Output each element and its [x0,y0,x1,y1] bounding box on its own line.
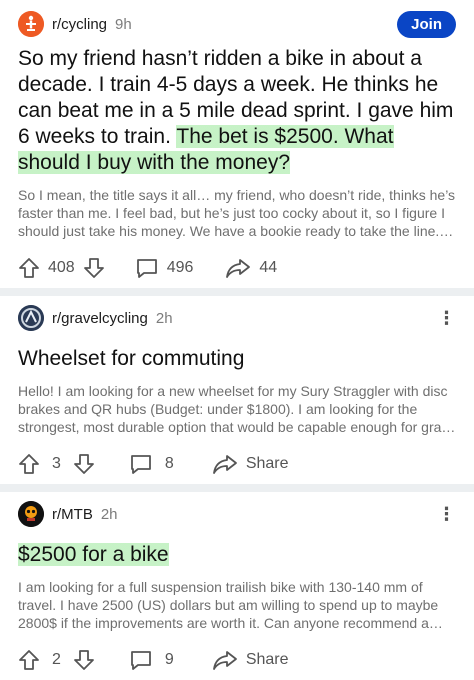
share-button[interactable]: Share [212,649,297,671]
downvote-icon [74,454,94,474]
post-body[interactable]: So I mean, the title says it all… my fri… [18,186,456,240]
comment-icon [136,259,157,278]
more-options-icon[interactable]: ⋮ [436,309,456,327]
post-body[interactable]: Hello! I am looking for a new wheelset f… [18,382,456,436]
share-label: Share [245,455,289,472]
share-count: 44 [259,259,278,276]
feed: r/cycling 9h Join So my friend hasn’t ri… [0,0,474,680]
downvote-icon [74,650,94,670]
comments-button[interactable]: 496 [135,257,202,279]
post-title[interactable]: Wheelset for commuting [18,346,456,372]
mtb-subreddit-icon[interactable] [18,501,44,527]
comments-button[interactable]: 9 [129,649,186,671]
downvote-button[interactable] [83,257,105,279]
subreddit-name[interactable]: r/MTB [52,506,93,523]
post-header: r/gravelcycling 2h ⋮ [0,296,474,332]
subreddit-name[interactable]: r/cycling [52,16,107,33]
share-icon [212,455,237,474]
comment-icon [131,651,151,670]
post-actions: 2 9 Share [0,640,474,680]
upvote-icon [19,258,39,278]
upvote-button[interactable] [18,453,40,475]
share-icon [212,651,237,670]
upvote-button[interactable] [18,257,40,279]
comment-icon [131,455,151,474]
post-divider [0,288,474,296]
gravelcycling-subreddit-icon[interactable] [18,305,44,331]
downvote-button[interactable] [73,453,95,475]
vote-count: 408 [48,259,75,276]
post-actions: 3 8 Share [0,444,474,484]
post-title[interactable]: $2500 for a bike [18,542,456,568]
upvote-button[interactable] [18,649,40,671]
share-button[interactable]: Share [212,453,297,475]
comment-count: 9 [164,651,174,668]
post-age: 2h [155,309,173,327]
comments-button[interactable]: 8 [129,453,186,475]
post-title-highlight: $2500 for a bike [18,543,169,566]
downvote-button[interactable] [73,649,95,671]
vote-count: 2 [52,651,61,668]
post-divider [0,484,474,492]
post-age: 2h [100,505,118,523]
post-header: r/cycling 9h Join [0,0,474,38]
share-label: Share [245,651,289,668]
comment-count: 496 [166,259,194,276]
downvote-icon [83,258,104,278]
subreddit-name[interactable]: r/gravelcycling [52,310,148,327]
post-card[interactable]: r/MTB 2h ⋮ $2500 for a bike I am looking… [0,492,474,680]
comment-count: 8 [164,455,174,472]
upvote-icon [19,454,39,474]
share-button[interactable]: 44 [225,257,285,279]
upvote-icon [19,650,39,670]
post-title[interactable]: So my friend hasn’t ridden a bike in abo… [18,46,456,176]
post-body[interactable]: I am looking for a full suspension trail… [18,578,456,632]
cycling-subreddit-icon[interactable] [18,11,44,37]
more-options-icon[interactable]: ⋮ [436,505,456,523]
post-age: 9h [115,15,132,33]
post-header: r/MTB 2h ⋮ [0,492,474,528]
post-card[interactable]: r/cycling 9h Join So my friend hasn’t ri… [0,0,474,288]
share-icon [226,259,251,278]
post-card[interactable]: r/gravelcycling 2h ⋮ Wheelset for commut… [0,296,474,484]
post-actions: 408 496 44 [0,248,474,288]
join-button[interactable]: Join [397,10,456,38]
vote-count: 3 [52,455,61,472]
